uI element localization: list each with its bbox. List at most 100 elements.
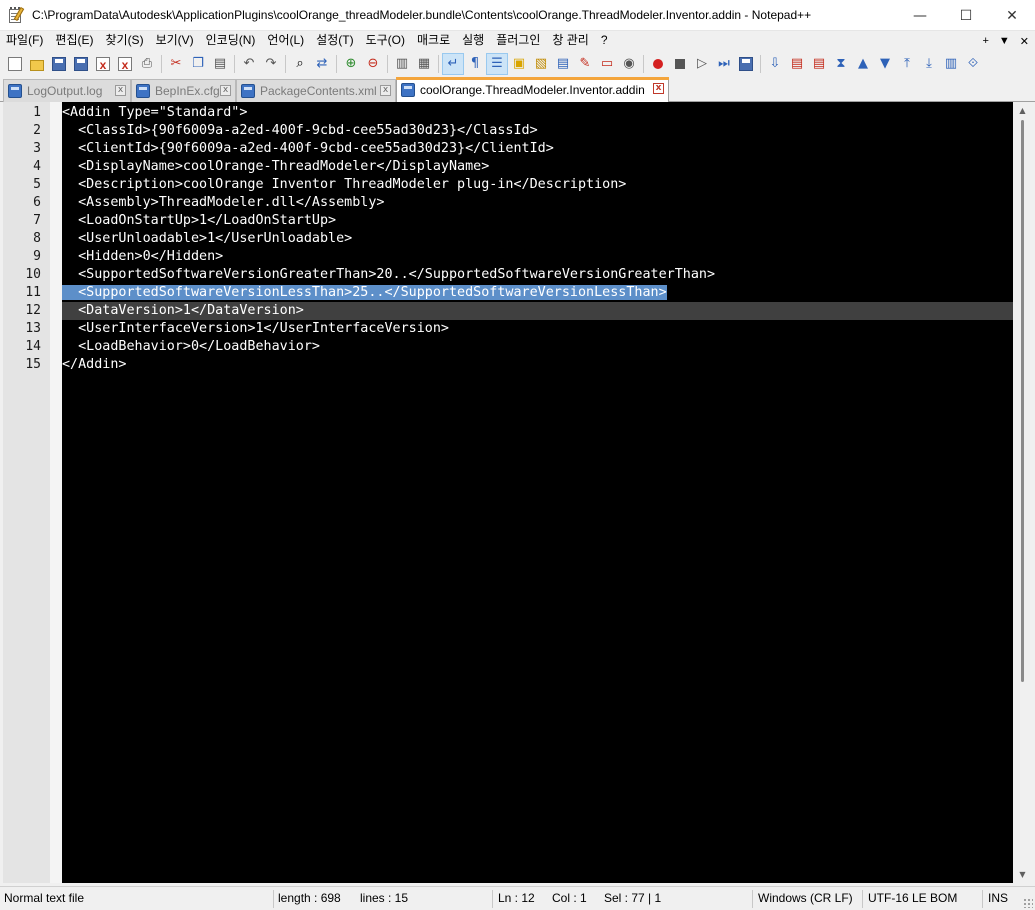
find-button[interactable]: ⌕ [289, 53, 311, 75]
record-macro-button[interactable] [647, 53, 669, 75]
word-wrap-button[interactable]: ↵ [442, 53, 464, 75]
scroll-up-icon[interactable]: ▲ [1013, 102, 1032, 119]
tab-packagecontents-xml[interactable]: PackageContents.xml x [236, 79, 396, 102]
indent-guide-button[interactable]: ☰ [486, 53, 508, 75]
tab-close-icon[interactable]: x [115, 85, 126, 96]
status-ln[interactable]: Ln : 12 [498, 891, 535, 905]
plugin-button-2[interactable]: ▤ [786, 53, 808, 75]
menu-view[interactable]: 보기(V) [150, 31, 200, 51]
play-macro-button[interactable]: ▷ [691, 53, 713, 75]
scroll-down-icon[interactable]: ▼ [1013, 866, 1032, 883]
close-button[interactable]: x [92, 53, 114, 75]
stop-macro-button[interactable] [669, 53, 691, 75]
status-insert-mode[interactable]: INS [988, 891, 1008, 905]
undo-button[interactable]: ↶ [238, 53, 260, 75]
sync-vertical-button[interactable]: ▥ [391, 53, 413, 75]
tab-threadmodeler-addin[interactable]: coolOrange.ThreadModeler.Inventor.addin … [396, 77, 669, 102]
vertical-scrollbar[interactable]: ▲ ▼ [1013, 102, 1032, 883]
plugin-button-10[interactable]: ⟐ [962, 53, 984, 75]
sync-horizontal-button[interactable]: ▦ [413, 53, 435, 75]
save-button[interactable] [48, 53, 70, 75]
plugin-button-8[interactable]: ⤓ [918, 53, 940, 75]
tab-logoutput-log[interactable]: LogOutput.log x [3, 79, 131, 102]
zoom-in-button[interactable]: ⊕ [340, 53, 362, 75]
open-file-button[interactable] [26, 53, 48, 75]
code-line[interactable]: <ClassId>{90f6009a-a2ed-400f-9cbd-cee55a… [62, 122, 1013, 140]
code-line[interactable]: <Addin Type="Standard"> [62, 104, 1013, 122]
function-list-button[interactable]: ▤ [552, 53, 574, 75]
code-line[interactable]: </Addin> [62, 356, 1013, 374]
new-file-button[interactable] [4, 53, 26, 75]
plugin-button-6[interactable]: ▼ [874, 53, 896, 75]
code-line-selected[interactable]: <SupportedSoftwareVersionLessThan>25..</… [62, 284, 1013, 302]
cut-button[interactable]: ✂ [165, 53, 187, 75]
tab-close-icon[interactable]: x [653, 83, 664, 94]
menu-settings[interactable]: 설정(T) [310, 31, 359, 51]
code-line[interactable]: <LoadOnStartUp>1</LoadOnStartUp> [62, 212, 1013, 230]
folder-workspace-button[interactable]: ✎ [574, 53, 596, 75]
code-line[interactable]: <Hidden>0</Hidden> [62, 248, 1013, 266]
code-area[interactable]: <Addin Type="Standard"> <ClassId>{90f600… [62, 104, 1013, 374]
code-line-current[interactable]: <DataVersion>1</DataVersion> [62, 302, 1013, 320]
menu-file[interactable]: 파일(F) [0, 31, 49, 51]
menu-help[interactable]: ? [595, 31, 614, 51]
language-udl-button[interactable]: ▣ [508, 53, 530, 75]
minimize-button[interactable]: — [897, 0, 943, 31]
plugin-button-3[interactable]: ▤ [808, 53, 830, 75]
save-macro-button[interactable] [735, 53, 757, 75]
copy-button[interactable]: ❐ [187, 53, 209, 75]
print-button[interactable]: ⎙ [136, 53, 158, 75]
menu-run[interactable]: 실행 [456, 31, 490, 51]
save-all-button[interactable] [70, 53, 92, 75]
fold-margin[interactable] [50, 102, 62, 883]
code-line[interactable]: <Description>coolOrange Inventor ThreadM… [62, 176, 1013, 194]
tab-list-dropdown-button[interactable]: ▼ [999, 35, 1010, 47]
code-line[interactable]: <UserUnloadable>1</UserUnloadable> [62, 230, 1013, 248]
code-line[interactable]: <LoadBehavior>0</LoadBehavior> [62, 338, 1013, 356]
replace-button[interactable]: ⇄ [311, 53, 333, 75]
plugin-button-9[interactable]: ▥ [940, 53, 962, 75]
code-line[interactable]: <SupportedSoftwareVersionGreaterThan>20.… [62, 266, 1013, 284]
redo-button[interactable]: ↷ [260, 53, 282, 75]
status-eol[interactable]: Windows (CR LF) [758, 891, 853, 905]
plugin-button-1[interactable]: ⇩ [764, 53, 786, 75]
plugin-button-7[interactable]: ⤒ [896, 53, 918, 75]
tab-bepinex-cfg[interactable]: BepInEx.cfg x [131, 79, 236, 102]
scroll-thumb[interactable] [1021, 120, 1024, 682]
close-all-button[interactable]: x [114, 53, 136, 75]
text-editor[interactable]: 1 2 3 4 5 6 7 8 9 10 11 12 13 14 15 <Add… [3, 102, 1032, 883]
resize-grip-icon[interactable] [1023, 898, 1033, 908]
zoom-out-button[interactable]: ⊖ [362, 53, 384, 75]
code-line[interactable]: <ClientId>{90f6009a-a2ed-400f-9cbd-cee55… [62, 140, 1013, 158]
tab-close-icon[interactable]: x [380, 85, 391, 96]
doc-map-button[interactable]: ▧ [530, 53, 552, 75]
selected-text[interactable]: <SupportedSoftwareVersionLessThan>25..</… [62, 285, 667, 300]
menu-window[interactable]: 창 관리 [546, 31, 594, 51]
close-window-button[interactable]: ✕ [989, 0, 1035, 31]
project-panel-button[interactable]: ▭ [596, 53, 618, 75]
menu-tools[interactable]: 도구(O) [360, 31, 411, 51]
plugin-button-5[interactable]: ▲ [852, 53, 874, 75]
plugin-button-4[interactable]: ⧗ [830, 53, 852, 75]
new-tab-plus-button[interactable]: + [982, 35, 988, 47]
menu-macro[interactable]: 매크로 [411, 31, 456, 51]
status-length: length : 698 [278, 891, 341, 905]
show-all-chars-button[interactable]: ¶ [464, 53, 486, 75]
menu-search[interactable]: 찾기(S) [99, 31, 149, 51]
menu-plugins[interactable]: 플러그인 [490, 31, 546, 51]
status-col[interactable]: Col : 1 [552, 891, 587, 905]
code-line[interactable]: <DisplayName>coolOrange-ThreadModeler</D… [62, 158, 1013, 176]
code-line[interactable]: <Assembly>ThreadModeler.dll</Assembly> [62, 194, 1013, 212]
paste-button[interactable]: ▤ [209, 53, 231, 75]
menu-encoding[interactable]: 인코딩(N) [200, 31, 262, 51]
tab-close-icon[interactable]: x [220, 85, 231, 96]
status-sel[interactable]: Sel : 77 | 1 [604, 891, 661, 905]
maximize-button[interactable]: ☐ [943, 0, 989, 31]
menu-language[interactable]: 언어(L) [261, 31, 310, 51]
menu-edit[interactable]: 편집(E) [49, 31, 99, 51]
close-document-button[interactable]: ✕ [1020, 35, 1029, 48]
status-encoding[interactable]: UTF-16 LE BOM [868, 891, 957, 905]
run-macro-multiple-button[interactable]: ⏭ [713, 53, 735, 75]
monitoring-button[interactable]: ◉ [618, 53, 640, 75]
code-line[interactable]: <UserInterfaceVersion>1</UserInterfaceVe… [62, 320, 1013, 338]
